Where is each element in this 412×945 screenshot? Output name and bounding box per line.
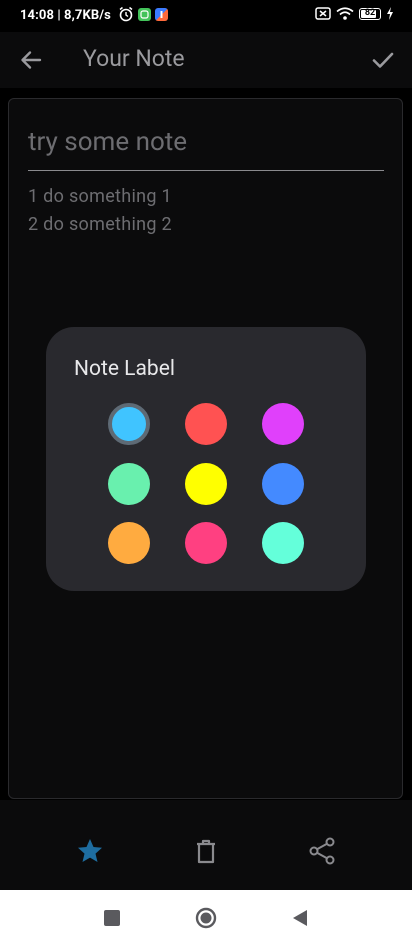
- color-swatch[interactable]: [108, 522, 150, 564]
- note-body-input[interactable]: 1 do something 1 2 do something 2: [28, 183, 172, 239]
- recents-square-icon: [104, 910, 120, 926]
- check-icon: [372, 52, 394, 68]
- charging-icon: [387, 7, 393, 20]
- wifi-icon: [336, 7, 354, 20]
- color-swatch[interactable]: [185, 522, 227, 564]
- dialog-title: Note Label: [74, 357, 175, 381]
- home-circle-icon: [195, 907, 217, 929]
- status-bar: 14:08 | 8,7KB/s 82: [0, 0, 412, 32]
- battery-icon: 82: [359, 7, 381, 20]
- share-icon: [309, 837, 335, 865]
- delete-button[interactable]: [191, 836, 221, 866]
- system-navigation-bar: [0, 890, 412, 945]
- note-action-bar: [0, 800, 412, 890]
- trash-icon: [197, 839, 215, 864]
- color-swatch[interactable]: [262, 463, 304, 505]
- status-time-speed: 14:08 | 8,7KB/s: [20, 8, 111, 23]
- note-label-dialog: Note Label: [46, 327, 366, 591]
- home-button[interactable]: [195, 907, 217, 929]
- color-swatch[interactable]: [185, 403, 227, 445]
- color-swatch[interactable]: [262, 522, 304, 564]
- color-swatch[interactable]: [185, 463, 227, 505]
- page-title: Your Note: [83, 45, 185, 72]
- note-body-line: 1 do something 1: [28, 186, 172, 207]
- save-note-button[interactable]: [370, 48, 396, 72]
- status-right-icons: 82: [315, 7, 394, 20]
- color-swatch[interactable]: [262, 403, 304, 445]
- color-swatch[interactable]: [108, 403, 150, 445]
- back-button[interactable]: [18, 48, 46, 72]
- back-triangle-icon: [293, 910, 307, 926]
- alarm-icon: [119, 6, 133, 22]
- share-button[interactable]: [307, 836, 337, 866]
- note-body-line: 2 do something 2: [28, 214, 172, 235]
- app-notification-icon: [155, 7, 168, 21]
- note-title-input[interactable]: try some note: [28, 127, 384, 171]
- color-swatch-grid: [108, 403, 304, 564]
- recents-button[interactable]: [101, 907, 123, 929]
- app-bar: Your Note: [0, 32, 412, 88]
- color-swatch[interactable]: [108, 463, 150, 505]
- sim-off-icon: [315, 7, 331, 20]
- favorite-button[interactable]: [75, 836, 105, 866]
- app-notification-icon: [138, 7, 151, 21]
- arrow-left-icon: [21, 51, 42, 69]
- system-back-button[interactable]: [289, 907, 311, 929]
- status-left-icons: [118, 6, 168, 22]
- star-icon: [78, 839, 102, 862]
